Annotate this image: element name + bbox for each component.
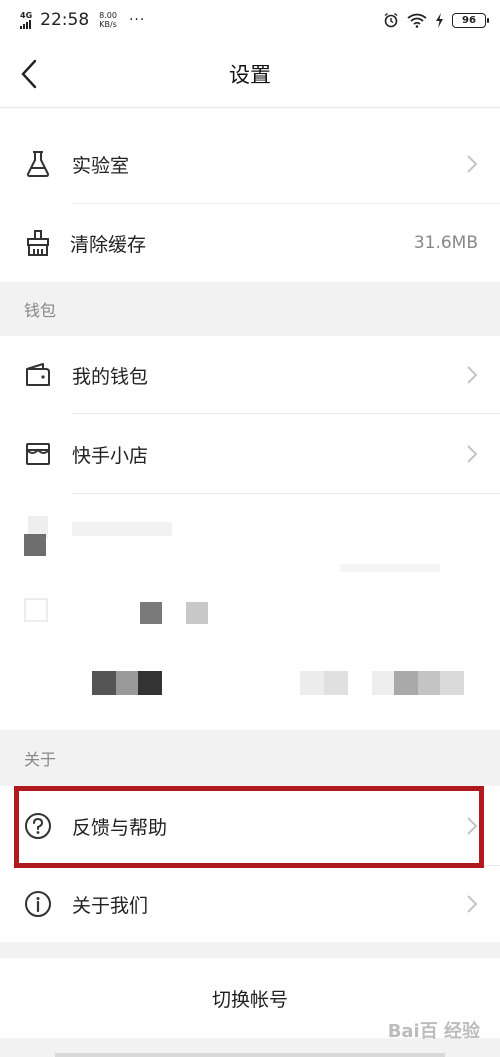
obscured-block bbox=[418, 671, 440, 695]
switch-account-label: 切换帐号 bbox=[211, 988, 288, 1011]
cache-size-value: 31.6MB bbox=[413, 233, 478, 253]
nav-bar: 设置 bbox=[0, 40, 500, 108]
obscured-block bbox=[116, 671, 138, 695]
section-header-label: 关于 bbox=[24, 750, 57, 769]
question-icon bbox=[24, 812, 52, 840]
signal-indicator: 4G bbox=[20, 11, 32, 29]
obscured-block bbox=[138, 671, 162, 695]
wallet-icon bbox=[24, 361, 52, 389]
page-title: 设置 bbox=[229, 62, 271, 87]
wifi-icon bbox=[407, 13, 427, 28]
chevron-right-icon bbox=[467, 155, 478, 173]
obscured-block bbox=[186, 602, 208, 624]
settings-item-label: 实验室 bbox=[72, 154, 130, 177]
obscured-list-area bbox=[0, 494, 500, 730]
obscured-block bbox=[24, 534, 46, 556]
status-time: 22:58 bbox=[40, 10, 90, 30]
battery-level: 96 bbox=[462, 14, 476, 26]
obscured-block bbox=[300, 671, 324, 695]
obscured-block bbox=[372, 671, 394, 695]
back-chevron-icon[interactable] bbox=[16, 58, 44, 90]
obscured-divider bbox=[340, 564, 440, 572]
obscured-block bbox=[394, 671, 418, 695]
obscured-block bbox=[440, 671, 464, 695]
section-header-wallet: 钱包 bbox=[0, 282, 500, 336]
network-label: 4G bbox=[20, 11, 33, 20]
chevron-right-icon bbox=[467, 895, 478, 913]
settings-item-label: 关于我们 bbox=[72, 894, 149, 917]
charging-icon bbox=[436, 12, 443, 28]
speed-value: 8.00 bbox=[99, 11, 117, 20]
settings-item-label: 我的钱包 bbox=[72, 365, 149, 388]
signal-bars-icon bbox=[20, 20, 32, 29]
watermark-logo: Bai百 经验 bbox=[387, 1021, 480, 1042]
obscured-label bbox=[72, 522, 172, 536]
brush-icon bbox=[24, 229, 52, 257]
more-notifications-icon: ··· bbox=[128, 12, 146, 28]
info-icon bbox=[24, 890, 52, 918]
settings-item-clear-cache[interactable]: 清除缓存 31.6MB bbox=[0, 204, 500, 282]
obscured-block bbox=[324, 671, 348, 695]
settings-item-label: 清除缓存 bbox=[70, 233, 147, 256]
section-header-about: 关于 bbox=[0, 730, 500, 786]
status-bar: 4G 22:58 8.00 KB/s ··· 96 bbox=[0, 0, 500, 40]
status-right: 96 bbox=[383, 12, 489, 28]
chevron-right-icon bbox=[467, 445, 478, 463]
settings-item-wallet[interactable]: 我的钱包 bbox=[0, 336, 500, 414]
network-speed: 8.00 KB/s bbox=[99, 11, 117, 29]
settings-item-shop[interactable]: 快手小店 bbox=[0, 414, 500, 494]
chevron-right-icon bbox=[467, 817, 478, 835]
settings-item-label: 快手小店 bbox=[72, 444, 149, 467]
obscured-block bbox=[140, 602, 162, 624]
settings-item-label: 反馈与帮助 bbox=[72, 816, 168, 839]
settings-item-feedback[interactable]: 反馈与帮助 bbox=[0, 786, 500, 866]
settings-item-about-us[interactable]: 关于我们 bbox=[0, 866, 500, 942]
status-left: 4G 22:58 8.00 KB/s ··· bbox=[20, 10, 145, 30]
battery-icon: 96 bbox=[452, 12, 489, 28]
flask-icon bbox=[24, 150, 52, 178]
obscured-icon bbox=[24, 598, 48, 622]
shop-icon bbox=[24, 440, 52, 468]
chevron-right-icon bbox=[467, 366, 478, 384]
alarm-icon bbox=[384, 12, 398, 28]
settings-item-lab[interactable]: 实验室 bbox=[0, 124, 500, 204]
speed-unit: KB/s bbox=[99, 20, 117, 29]
bottom-strip bbox=[55, 1053, 445, 1057]
obscured-block bbox=[92, 671, 116, 695]
section-header-label: 钱包 bbox=[24, 301, 57, 320]
